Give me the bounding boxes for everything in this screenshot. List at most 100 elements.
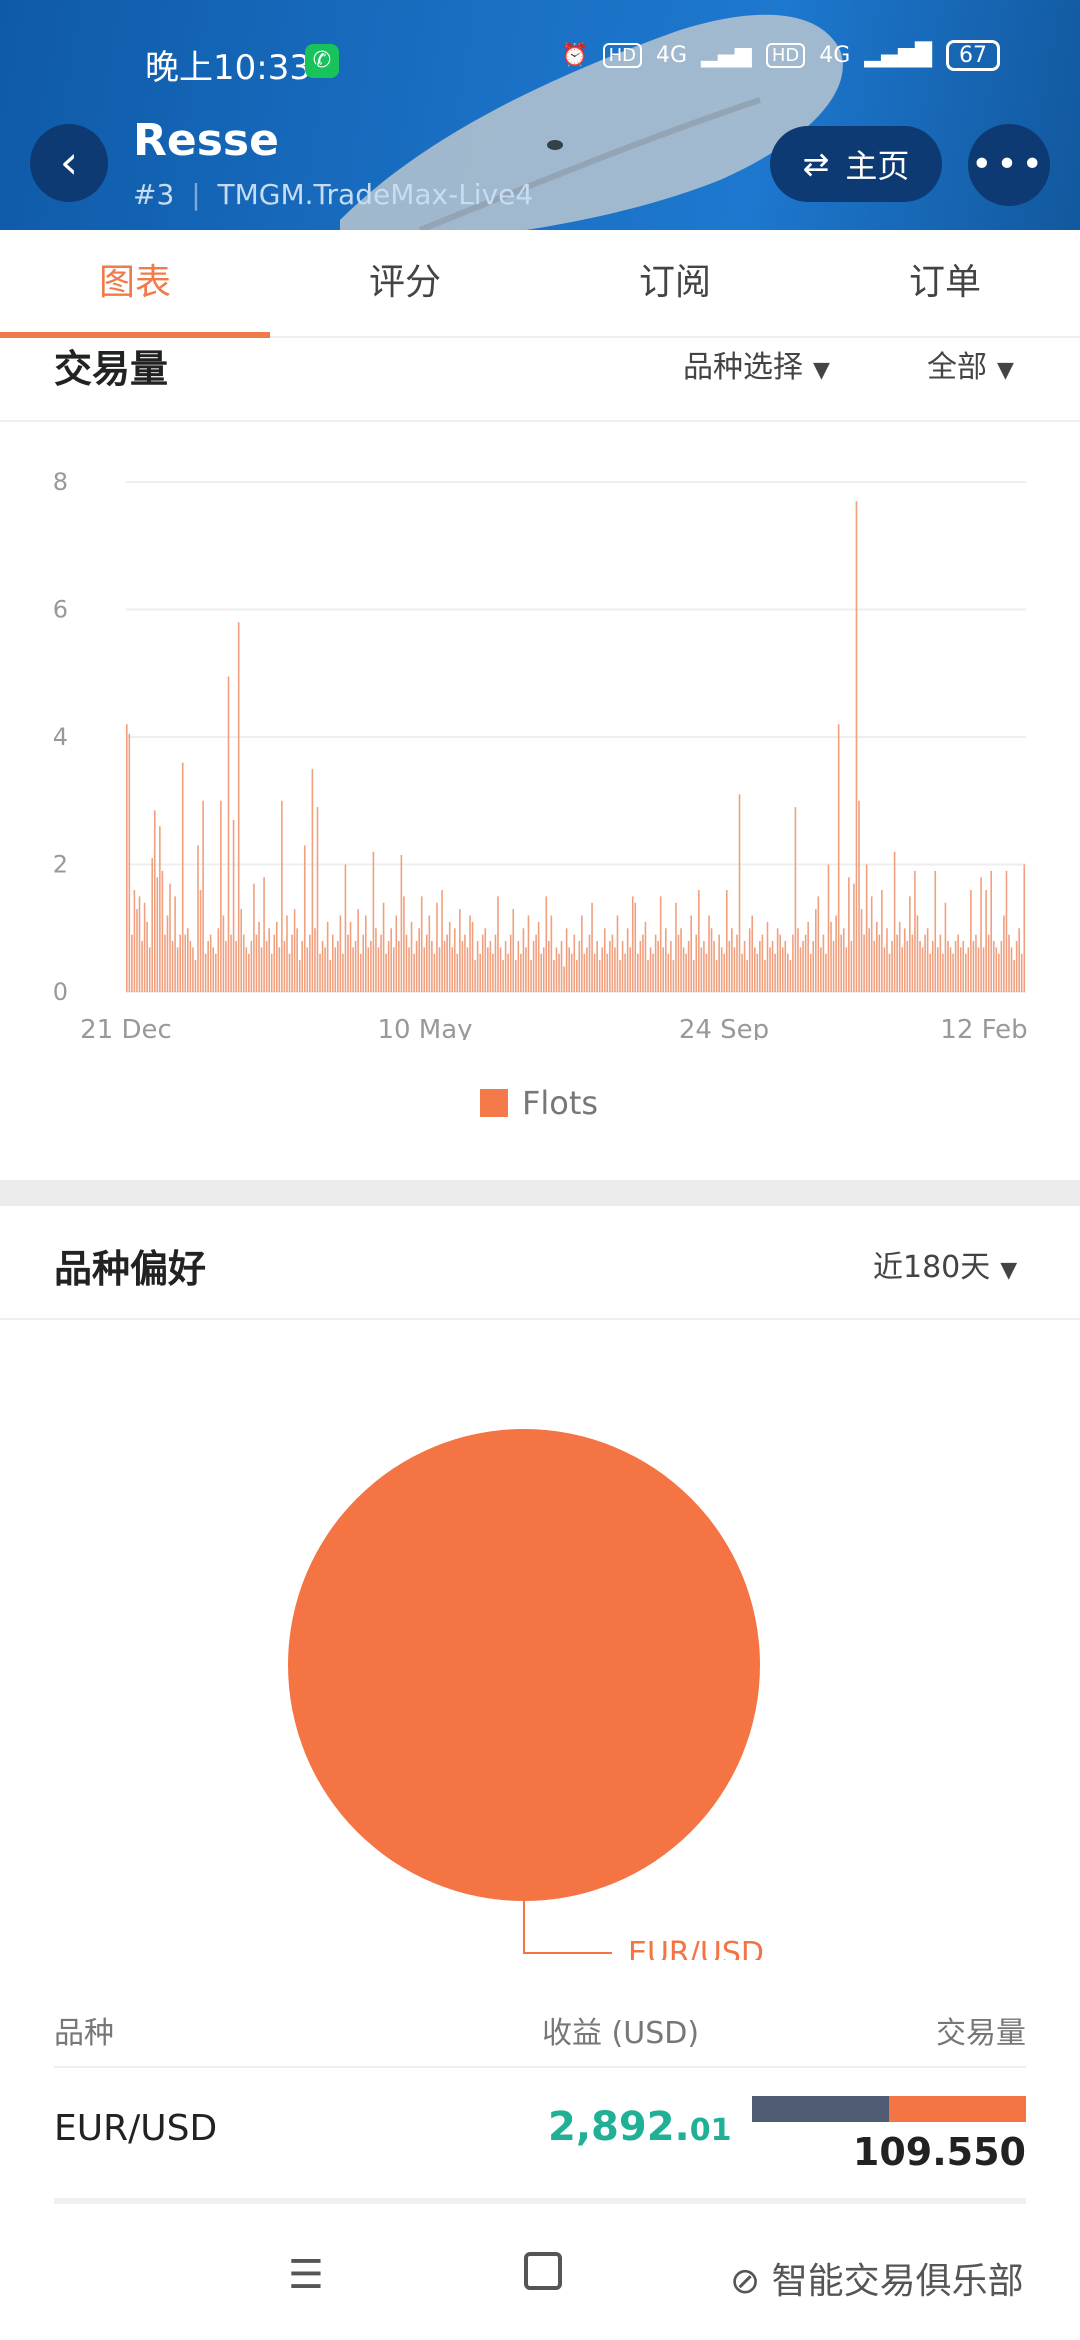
- row-symbol: EUR/USD: [54, 2108, 218, 2149]
- bar: [446, 934, 448, 992]
- menu-icon[interactable]: ☰: [288, 2252, 324, 2298]
- bar: [652, 953, 654, 992]
- bar: [380, 934, 382, 992]
- bar: [268, 928, 270, 992]
- bar: [509, 934, 512, 992]
- bar: [809, 953, 812, 992]
- bar: [128, 733, 131, 992]
- bar: [789, 960, 792, 992]
- bar: [248, 953, 250, 992]
- signal-label-1: 4G: [656, 43, 688, 68]
- bar: [766, 921, 769, 992]
- bar: [301, 941, 304, 992]
- bar: [820, 947, 822, 992]
- bar: [708, 915, 710, 992]
- bar: [573, 934, 576, 992]
- home-button[interactable]: ⇄ 主页: [770, 126, 942, 202]
- bar: [614, 947, 616, 992]
- header-profit: 收益 (USD): [542, 2016, 700, 2051]
- bar: [326, 921, 329, 992]
- bar: [937, 947, 939, 992]
- bar: [560, 941, 563, 992]
- bar: [141, 941, 143, 992]
- bar: [964, 953, 967, 992]
- home-square-icon[interactable]: [524, 2252, 562, 2290]
- bar: [609, 941, 611, 992]
- bar: [896, 934, 898, 992]
- bar: [626, 928, 629, 992]
- range-filter-dropdown[interactable]: 全部 ▼: [927, 342, 1014, 386]
- bar: [878, 934, 881, 992]
- symbol-filter-dropdown[interactable]: 品种选择 ▼: [683, 342, 830, 386]
- bar: [898, 921, 901, 992]
- volume-bar-chart: 0 2 4 6 8 21 Dec 10 May 24 Sep 12 Feb: [53, 468, 1028, 1040]
- bar: [692, 960, 695, 992]
- tab-rating[interactable]: 评分: [270, 230, 540, 336]
- bar: [131, 934, 133, 992]
- bar: [677, 934, 680, 992]
- bar: [359, 953, 362, 992]
- bar: [601, 947, 604, 992]
- bar: [639, 941, 642, 992]
- bar: [876, 921, 878, 992]
- bar: [1023, 864, 1026, 992]
- period-label: 近180天: [873, 1250, 991, 1285]
- bar: [794, 807, 797, 992]
- bar: [944, 902, 947, 992]
- bar: [502, 960, 504, 992]
- bar: [797, 928, 799, 992]
- bar: [403, 896, 405, 992]
- bar: [840, 934, 843, 992]
- bar: [1015, 941, 1018, 992]
- period-dropdown[interactable]: 近180天 ▼: [873, 1242, 1017, 1286]
- bar: [779, 934, 781, 992]
- header-symbol: 品种: [54, 2016, 114, 2051]
- bar: [682, 947, 685, 992]
- bar: [942, 953, 944, 992]
- bar: [530, 960, 532, 992]
- bar: [804, 934, 807, 992]
- bar: [202, 800, 204, 992]
- bar: [672, 960, 675, 992]
- bar: [756, 953, 759, 992]
- bar: [367, 947, 370, 992]
- bar: [631, 896, 634, 992]
- bar: [514, 960, 517, 992]
- tab-subscribe[interactable]: 订阅: [540, 230, 810, 336]
- tab-chart[interactable]: 图表: [0, 230, 270, 338]
- bar: [433, 953, 436, 992]
- symbol-pie-chart: EUR/USD: [288, 1429, 764, 1960]
- bar: [865, 864, 868, 992]
- bar: [311, 768, 314, 992]
- bar: [954, 941, 957, 992]
- bar: [1020, 953, 1023, 992]
- bar: [281, 800, 283, 992]
- bar: [230, 934, 232, 992]
- bar: [654, 934, 657, 992]
- bar: [497, 896, 499, 992]
- bar: [532, 941, 535, 992]
- signal-icon-2: ▂▄▆█: [864, 43, 932, 68]
- bar: [909, 896, 911, 992]
- tab-orders[interactable]: 订单: [810, 230, 1080, 336]
- bar: [484, 928, 487, 992]
- volume-bar: [752, 2096, 1026, 2122]
- status-bar: 晚上10:33 ✆ ⏰ HD 4G ▂▄▆ HD 4G ▂▄▆█ 67: [0, 0, 1080, 120]
- back-button[interactable]: ‹: [30, 124, 108, 202]
- bar: [542, 947, 545, 992]
- system-nav-bar: ☰ ⊘ 智能交易俱乐部: [0, 2240, 1080, 2340]
- bar: [621, 941, 624, 992]
- bar: [126, 724, 128, 992]
- pie-slice: [288, 1429, 760, 1901]
- bar: [751, 915, 754, 992]
- home-button-label: 主页: [845, 147, 910, 185]
- table-row[interactable]: EUR/USD 2,892.01 109.550: [54, 2066, 1026, 2204]
- bar: [441, 890, 443, 992]
- bar: [443, 941, 446, 992]
- bar: [553, 960, 555, 992]
- bar: [565, 928, 568, 992]
- bar: [698, 890, 700, 992]
- more-button[interactable]: •••: [968, 124, 1050, 206]
- bar: [309, 934, 311, 992]
- bar: [471, 921, 474, 992]
